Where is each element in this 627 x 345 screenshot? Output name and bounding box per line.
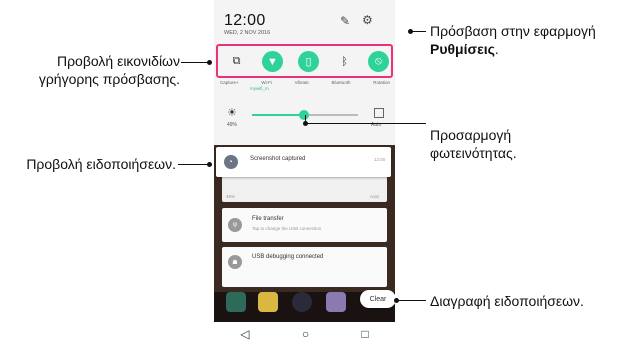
capture-plus-icon[interactable]: ⧉ xyxy=(226,51,247,72)
quick-pointer-line xyxy=(181,62,208,63)
android-icon: ☗ xyxy=(228,255,242,269)
brightness-icon: ☀ xyxy=(227,107,237,119)
notification-time: 12:00 xyxy=(374,157,386,162)
notifications-pointer-line xyxy=(178,164,208,165)
behind-pct: 49% xyxy=(226,194,236,199)
settings-annotation: Πρόσβαση στην εφαρμογή Ρυθμίσεις. xyxy=(430,22,627,58)
settings-annotation-bold: Ρυθμίσεις xyxy=(430,41,495,57)
notification-subtitle: Tap to change the USB connection xyxy=(252,226,322,231)
settings-pointer-line xyxy=(410,31,426,32)
brightness-pointer-vline xyxy=(305,115,306,123)
date: WED, 2 NOV 2016 xyxy=(224,30,271,36)
vibrate-icon[interactable]: ▯ xyxy=(298,51,319,72)
notification-title: File transfer xyxy=(252,216,284,222)
gallery-app-icon[interactable] xyxy=(326,292,346,312)
brightness-percent: 49% xyxy=(227,122,238,128)
notifications-annotation: Προβολή ειδοποιήσεων. xyxy=(26,156,176,172)
back-icon[interactable]: ◁ xyxy=(240,327,249,341)
auto-brightness-checkbox[interactable] xyxy=(374,108,384,118)
phone-screen: 12:00 WED, 2 NOV 2016 ✎ ⚙ ⧉ ▼ ▯ ᛒ ⦸ Capt… xyxy=(214,0,395,345)
wifi-ssid: mywifi_m xyxy=(250,86,269,91)
quick-label: Capture+ xyxy=(220,80,239,85)
camera-app-icon[interactable] xyxy=(292,292,312,312)
bluetooth-icon[interactable]: ᛒ xyxy=(334,51,355,72)
behind-auto: Auto xyxy=(370,194,380,199)
image-icon: ▪ xyxy=(224,155,238,169)
wifi-icon[interactable]: ▼ xyxy=(262,51,283,72)
notification-screenshot[interactable]: ▪ Screenshot captured 12:00 xyxy=(216,147,391,177)
notification-file-transfer[interactable]: ψ File transfer Tap to change the USB co… xyxy=(222,208,387,242)
messages-app-icon[interactable] xyxy=(258,292,278,312)
quick-annotation-line2: γρήγορης πρόσβασης. xyxy=(38,71,180,87)
behind-card: 49% Auto xyxy=(222,176,387,202)
brightness-pointer-line xyxy=(305,123,426,124)
edit-icon[interactable]: ✎ xyxy=(340,14,350,28)
brightness-annotation: Προσαρμογή φωτεινότητας. xyxy=(430,126,610,162)
navigation-bar: ◁ ○ □ xyxy=(214,322,395,345)
brightness-annotation-line1: Προσαρμογή xyxy=(430,127,512,143)
recents-icon[interactable]: □ xyxy=(362,327,369,341)
clock: 12:00 xyxy=(224,12,266,29)
usb-icon: ψ xyxy=(228,218,242,232)
gear-icon[interactable]: ⚙ xyxy=(362,13,373,27)
quick-label: Rotation xyxy=(373,80,390,85)
notification-title: Screenshot captured xyxy=(250,156,306,162)
brightness-fill xyxy=(252,114,303,116)
settings-annotation-line2: Ρυθμίσεις. xyxy=(430,40,627,58)
quick-pointer-dot xyxy=(207,60,212,65)
clear-pointer-line xyxy=(396,300,426,301)
quick-annotation-line1: Προβολή εικονιδίων xyxy=(56,53,180,69)
quick-access-annotation: Προβολή εικονιδίων γρήγορης πρόσβασης. xyxy=(0,52,180,88)
home-icon[interactable]: ○ xyxy=(302,327,309,341)
quick-settings-bar: ⧉ ▼ ▯ ᛒ ⦸ xyxy=(216,44,393,78)
phone-app-icon[interactable] xyxy=(226,292,246,312)
quick-label: Wi-Fi xyxy=(261,80,272,85)
brightness-slider-knob[interactable] xyxy=(299,110,309,120)
notification-usb-debugging[interactable]: ☗ USB debugging connected xyxy=(222,247,387,287)
rotation-icon[interactable]: ⦸ xyxy=(368,51,389,72)
quick-label: Vibrate xyxy=(294,80,309,85)
quick-label: Bluetooth xyxy=(331,80,351,85)
quick-settings-labels: Capture+ Wi-Fi Vibrate Bluetooth Rotatio… xyxy=(220,80,390,85)
notification-title: USB debugging connected xyxy=(252,254,324,260)
brightness-annotation-line2: φωτεινότητας. xyxy=(430,145,517,161)
settings-annotation-period: . xyxy=(494,41,499,57)
settings-annotation-line1: Πρόσβαση στην εφαρμογή xyxy=(430,23,596,39)
clear-button[interactable]: Clear xyxy=(360,290,395,308)
notifications-pointer-dot xyxy=(207,162,212,167)
clear-annotation: Διαγραφή ειδοποιήσεων. xyxy=(430,293,584,309)
